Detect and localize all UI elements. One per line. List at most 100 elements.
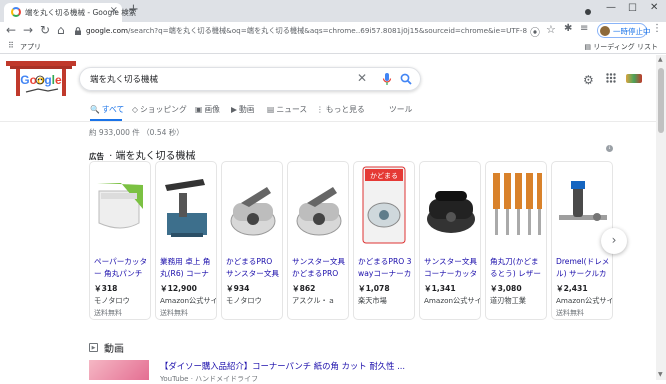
product-price: ￥1,341 <box>424 284 456 293</box>
search-tab-icon: 🔍 <box>90 105 100 114</box>
minimize-button[interactable]: — <box>606 2 616 13</box>
extensions-icon[interactable]: ✱ <box>564 23 572 34</box>
back-arrow-icon[interactable]: ← <box>6 23 16 37</box>
close-tab-icon[interactable]: × <box>110 5 118 16</box>
menu-kebab-icon[interactable]: ⋮ <box>652 23 662 34</box>
ad-label: 広告 <box>89 152 104 161</box>
reading-list-icon: ▤ <box>584 43 594 51</box>
bookmarks-bar: ⠿ アプリ ▤ リーディング リスト <box>0 40 666 54</box>
product-name[interactable]: 角丸刀(かどまるとう) レザークラフト <box>490 256 545 280</box>
product-card[interactable]: サンスター文具 コーナーカッター ￥1,341 Amazon公式サイト <box>419 161 481 320</box>
tab-all-label: すべて <box>101 105 125 114</box>
tab-search-icon[interactable]: ≡ <box>580 23 588 34</box>
scroll-up-icon[interactable]: ▲ <box>658 56 663 63</box>
product-image[interactable] <box>157 163 215 247</box>
tab-all[interactable]: 🔍 すべて <box>90 104 124 115</box>
play-icon: ▶ <box>89 343 98 352</box>
settings-gear-icon[interactable]: ⚙ <box>583 73 594 87</box>
product-shop: Amazon公式サイト <box>424 296 480 305</box>
tab-more[interactable]: ⋮ もっと見る <box>316 104 365 115</box>
tabs-divider <box>0 121 656 122</box>
product-card[interactable]: かどまるかどまるPRO 3wayコーナーカッター ￥1,078 楽天市場 <box>353 161 415 320</box>
product-image[interactable] <box>91 163 149 247</box>
home-icon[interactable]: ⌂ <box>57 23 65 37</box>
video-result-source: YouTube · ハンドメイドライフ <box>160 375 259 383</box>
tab-videos-label: 動画 <box>239 105 255 114</box>
search-box[interactable]: 端を丸く切る機械 ✕ <box>79 67 421 91</box>
clear-search-icon[interactable]: ✕ <box>357 71 367 85</box>
browser-tab[interactable]: 端を丸く切る機械 - Google 検索 × <box>4 3 136 22</box>
product-name[interactable]: Dremel(ドレメル) サークルカッター <box>556 256 611 280</box>
tab-news[interactable]: ▤ ニュース <box>267 104 307 115</box>
star-icon[interactable]: ☆ <box>546 23 556 36</box>
reading-list-button[interactable]: ▤ リーディング リスト <box>584 42 658 52</box>
apps-label[interactable]: アプリ <box>20 42 41 52</box>
profile-pause-chip[interactable]: 一時停止中 <box>597 23 651 38</box>
account-avatar[interactable] <box>626 74 642 83</box>
tab-images[interactable]: ▣ 画像 <box>195 104 220 115</box>
product-card[interactable]: ペーパーカッター 角丸パンチ ￥318 モノタロウ送料無料 <box>89 161 151 320</box>
product-name[interactable]: かどまるPRO 3wayコーナーカッター <box>358 256 413 280</box>
product-name[interactable]: サンスター文具 コーナーカッター <box>424 256 479 280</box>
svg-text:かどまる: かどまる <box>370 172 398 180</box>
product-image[interactable] <box>289 163 347 247</box>
reload-icon[interactable]: ↻ <box>40 23 50 37</box>
video-result-title[interactable]: 【ダイソー購入品紹介】コーナーパンチ 紙の角 カット 耐久性 ... <box>160 360 405 372</box>
new-tab-button[interactable]: + <box>128 2 139 17</box>
tab-shopping[interactable]: ◇ ショッピング <box>132 104 187 115</box>
product-name[interactable]: 業務用 卓上 角丸(R6) コーナーカッター <box>160 256 215 280</box>
reading-list-label: リーディング リスト <box>593 43 658 51</box>
product-image[interactable] <box>487 163 545 247</box>
product-price: ￥862 <box>292 284 316 293</box>
forward-arrow-icon[interactable]: → <box>23 23 33 37</box>
maximize-button[interactable]: ☐ <box>628 3 637 14</box>
video-thumbnail[interactable] <box>89 360 149 380</box>
carousel-next-button[interactable]: › <box>601 228 627 254</box>
product-name[interactable]: サンスター文具 かどまるPRO <box>292 256 347 280</box>
product-card[interactable]: 業務用 卓上 角丸(R6) コーナーカッター ￥12,900 Amazon公式サイト… <box>155 161 217 320</box>
chevron-right-icon: › <box>611 233 617 247</box>
product-card[interactable]: サンスター文具 かどまるPRO ￥862 アスクル・ａ <box>287 161 349 320</box>
tab-tools[interactable]: ツール <box>389 104 412 115</box>
address-bar[interactable]: google.com/search?q=端を丸く切る機械&oq=端を丸く切る機械… <box>86 26 527 36</box>
tab-videos[interactable]: ▶ 動画 <box>231 104 255 115</box>
url-path: /search?q=端を丸く切る機械&oq=端を丸く切る機械&aqs=chrom… <box>127 26 528 35</box>
pause-label: 一時停止中 <box>613 27 651 36</box>
news-icon: ▤ <box>267 105 275 114</box>
tag-icon: ◇ <box>132 105 138 114</box>
product-name[interactable]: ペーパーカッター 角丸パンチ <box>94 256 149 280</box>
tab-more-label: もっと見る <box>325 105 365 114</box>
result-stats: 約 933,000 件 （0.54 秒） <box>89 128 184 137</box>
product-card[interactable]: かどまるPRO サンスター文具 ￥934 モノタロウ <box>221 161 283 320</box>
product-shop: Amazon公式サイト <box>556 296 612 305</box>
google-apps-icon[interactable] <box>606 73 616 83</box>
search-input[interactable]: 端を丸く切る機械 <box>90 73 158 85</box>
product-card[interactable]: 角丸刀(かどまるとう) レザークラフト ￥3,080 道刃物工業 <box>485 161 547 320</box>
scrollbar-thumb[interactable] <box>658 68 664 133</box>
location-pin-icon[interactable]: ⦿ <box>530 24 540 39</box>
search-icon[interactable] <box>400 73 412 85</box>
tab-tools-label: ツール <box>389 105 413 114</box>
scroll-down-icon[interactable]: ▼ <box>658 371 663 378</box>
close-window-button[interactable]: ✕ <box>650 2 658 13</box>
product-price: ￥12,900 <box>160 284 197 293</box>
product-price: ￥2,431 <box>556 284 588 293</box>
lock-icon <box>75 27 81 35</box>
record-icon <box>585 9 591 15</box>
image-icon: ▣ <box>195 105 203 114</box>
product-shop: モノタロウ <box>94 296 130 305</box>
product-image[interactable]: かどまる <box>355 163 413 247</box>
mic-icon[interactable] <box>382 72 392 86</box>
product-name[interactable]: かどまるPRO サンスター文具 <box>226 256 281 280</box>
product-image[interactable] <box>223 163 281 247</box>
browser-toolbar: ← → ↻ ⌂ google.com/search?q=端を丸く切る機械&oq=… <box>0 22 666 40</box>
product-shipping: 送料無料 <box>94 309 122 317</box>
tab-images-label: 画像 <box>204 105 220 114</box>
product-image[interactable] <box>421 163 479 247</box>
more-vert-icon: ⋮ <box>316 105 324 114</box>
product-price: ￥318 <box>94 284 118 293</box>
apps-grid-icon[interactable]: ⠿ <box>8 41 14 50</box>
video-icon: ▶ <box>231 105 237 114</box>
info-icon[interactable]: i <box>606 145 613 152</box>
google-doodle-logo[interactable]: Google <box>4 58 78 96</box>
